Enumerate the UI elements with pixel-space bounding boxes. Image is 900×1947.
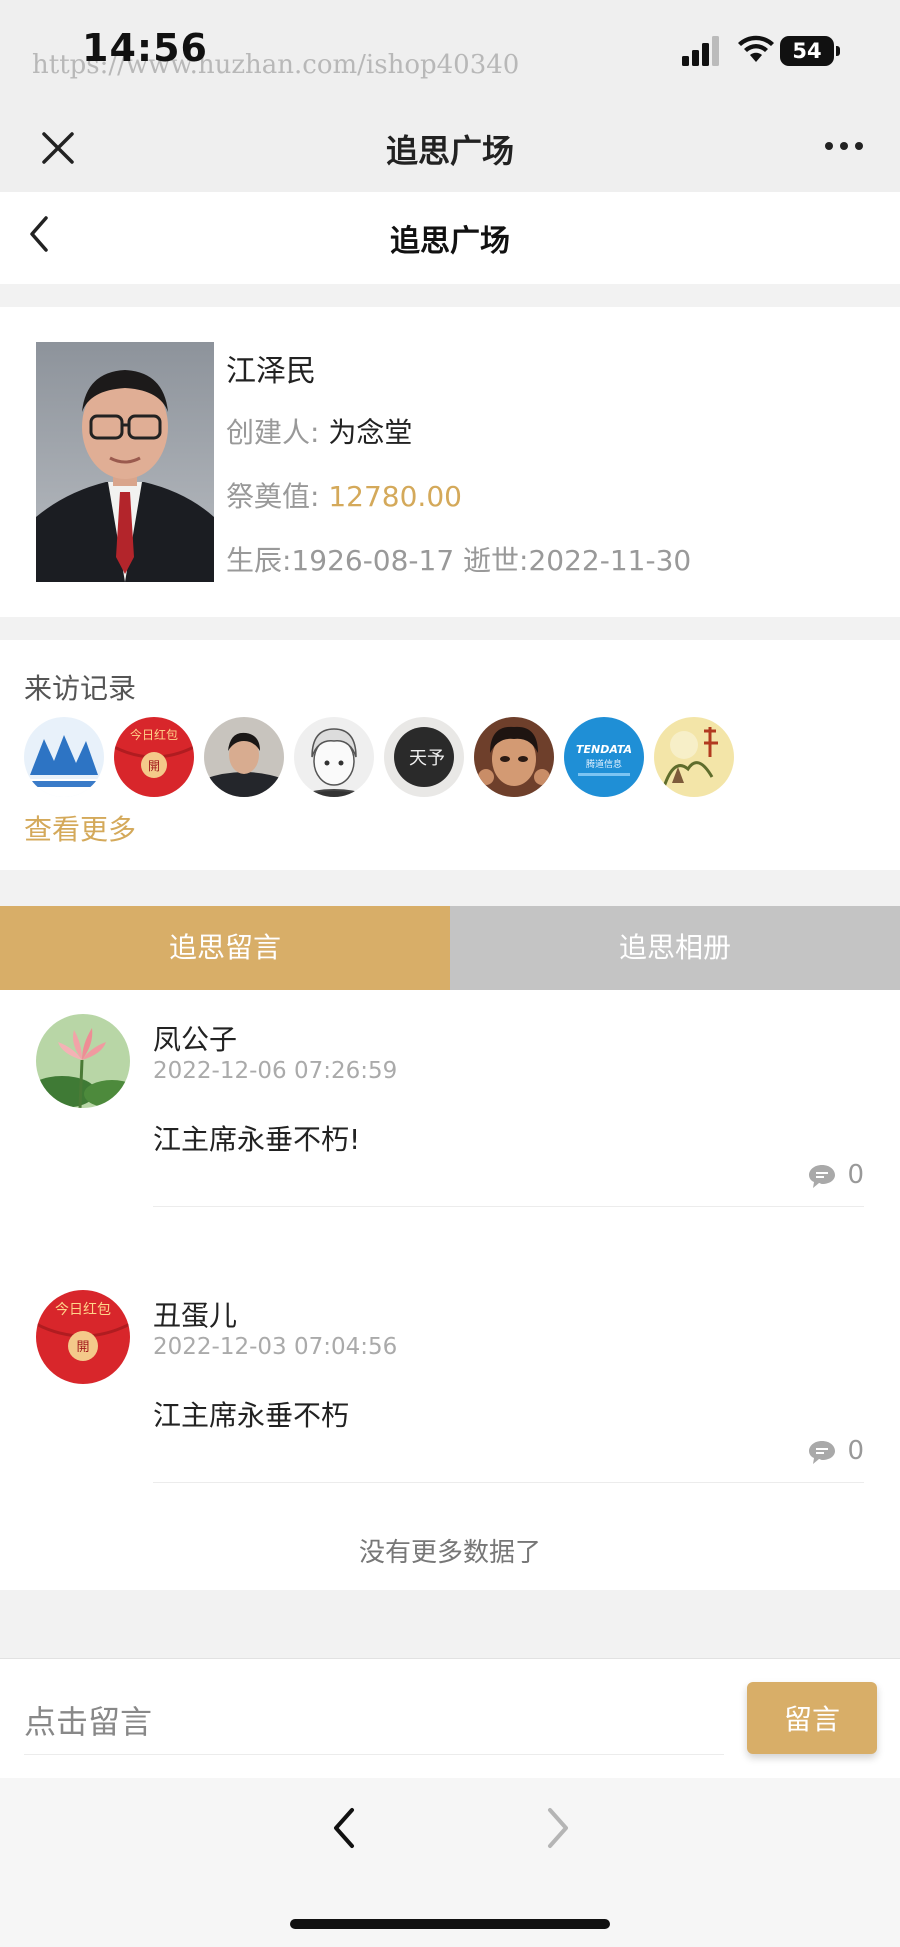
page-title: 追思广场 <box>390 224 510 259</box>
message-divider <box>153 1482 864 1483</box>
message-divider <box>153 1206 864 1207</box>
no-more-data: 没有更多数据了 <box>358 1538 541 1568</box>
visitor-avatar-red-envelope[interactable]: 今日红包 開 <box>114 717 194 797</box>
visitor-tendata-subtext: 腾道信息 <box>586 758 622 770</box>
visitor-avatar-painting[interactable] <box>654 717 734 797</box>
visitors-title: 来访记录 <box>24 672 137 705</box>
visitor-avatar-sketch[interactable] <box>294 717 374 797</box>
message-author: 凤公子 <box>153 1023 238 1056</box>
nav-forward-icon[interactable] <box>542 1804 574 1852</box>
creator-row: 创建人: 为念堂 <box>226 411 412 451</box>
comment-count: 0 <box>847 1436 864 1466</box>
battery-level: 54 <box>780 36 834 66</box>
visitor-envelope-text: 今日红包 <box>130 727 178 742</box>
memorial-value-row: 祭奠值: 12780.00 <box>226 475 462 515</box>
message-author: 丑蛋儿 <box>153 1299 238 1332</box>
comment-input[interactable] <box>24 1690 724 1755</box>
message-time: 2022-12-06 07:26:59 <box>153 1058 398 1084</box>
message-text: 江主席永垂不朽! <box>153 1123 361 1156</box>
comment-count: 0 <box>847 1160 864 1190</box>
message-list <box>0 990 900 1590</box>
wechat-title: 追思广场 <box>385 132 514 170</box>
signal-icon <box>682 36 719 66</box>
visitor-avatar-tendata[interactable]: TENDATA 腾道信息 <box>564 717 644 797</box>
message-avatar[interactable] <box>36 1014 130 1108</box>
see-more-link[interactable]: 查看更多 <box>24 808 136 848</box>
battery-icon: 54 <box>780 36 840 66</box>
visitor-avatar-blue-logo[interactable] <box>24 717 104 797</box>
message-envelope-text: 今日红包 <box>55 1302 111 1318</box>
message-time: 2022-12-03 07:04:56 <box>153 1334 398 1360</box>
battery-cap <box>836 46 840 56</box>
tab-album[interactable]: 追思相册 <box>450 906 900 990</box>
wifi-icon <box>738 35 774 62</box>
visitor-avatar-calligraphy[interactable]: 天予 <box>384 717 464 797</box>
message-text: 江主席永垂不朽 <box>153 1399 350 1432</box>
portrait-photo <box>36 342 214 582</box>
visitor-avatar-photo[interactable] <box>204 717 284 797</box>
memorial-value-amount: 12780.00 <box>328 480 462 513</box>
deceased-name: 江泽民 <box>226 354 316 389</box>
nav-back-icon[interactable] <box>328 1804 360 1852</box>
message-avatar[interactable]: 今日红包 開 <box>36 1290 130 1384</box>
creator-value: 为念堂 <box>328 416 413 449</box>
visitor-calligraphy-text: 天予 <box>409 748 445 769</box>
home-indicator <box>290 1919 610 1929</box>
tab-messages[interactable]: 追思留言 <box>0 906 450 990</box>
post-message-button[interactable]: 留言 <box>747 1682 877 1754</box>
message-envelope-badge: 開 <box>76 1340 89 1355</box>
more-icon[interactable] <box>824 134 864 158</box>
visitor-tendata-text: TENDATA <box>576 743 632 756</box>
creator-label: 创建人: <box>226 416 320 449</box>
visitor-envelope-badge: 開 <box>148 759 160 773</box>
life-dates: 生辰:1926-08-17 逝世:2022-11-30 <box>226 544 692 577</box>
memorial-value-label: 祭奠值: <box>226 480 320 513</box>
status-time: 14:56 <box>82 26 208 70</box>
visitor-avatar-photo[interactable] <box>474 717 554 797</box>
